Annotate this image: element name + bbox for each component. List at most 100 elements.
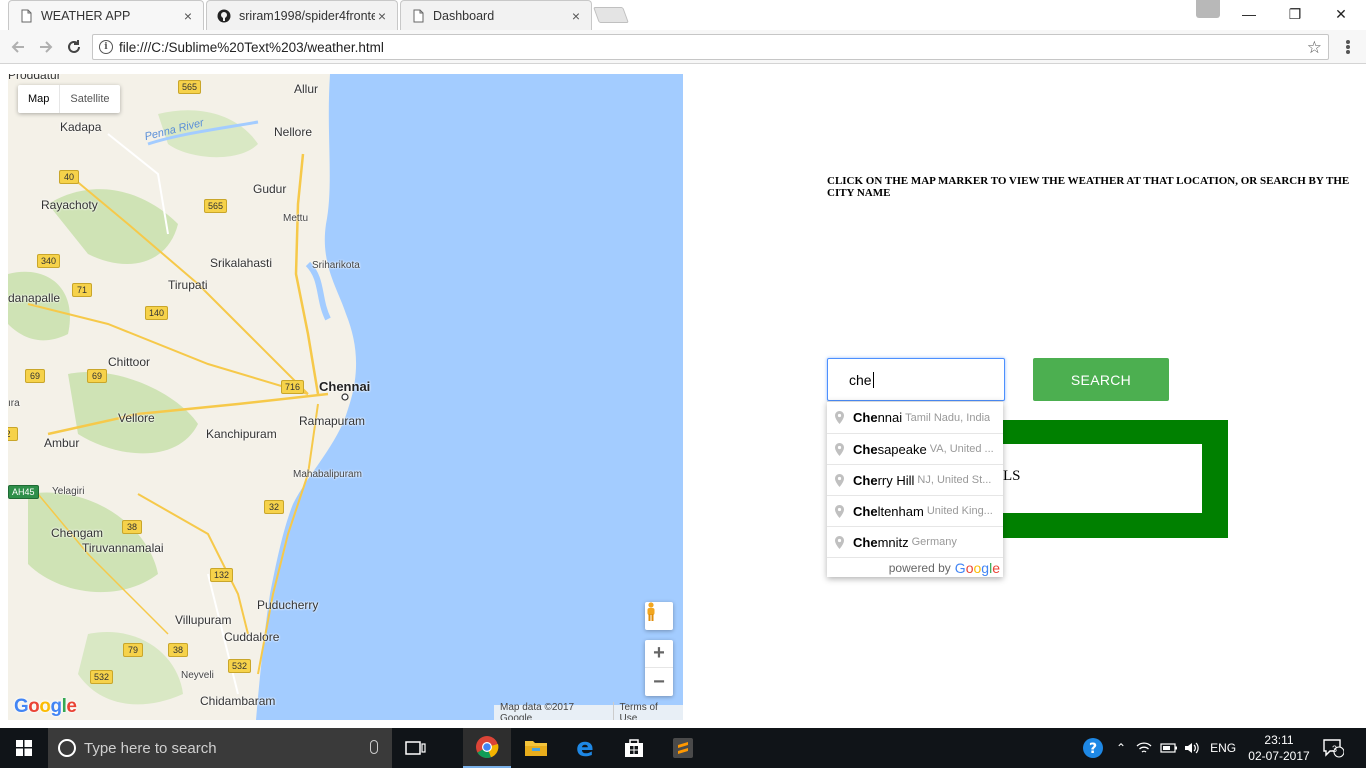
store-icon — [625, 739, 643, 757]
tab-title: Dashboard — [433, 8, 495, 23]
taskbar-search[interactable]: Type here to search — [48, 728, 392, 768]
street-view-button[interactable] — [645, 602, 673, 630]
file-explorer-app[interactable] — [512, 728, 560, 768]
road-shield: 340 — [37, 254, 61, 268]
zoom-out-button[interactable]: − — [645, 668, 673, 696]
city-search-input[interactable]: che — [827, 358, 1005, 401]
maximize-button[interactable]: ❐ — [1272, 0, 1318, 28]
back-button[interactable] — [7, 36, 29, 58]
terms-of-use-link[interactable]: Terms of Use — [612, 701, 684, 720]
autocomplete-item-chennai[interactable]: Chennai Tamil Nadu, India — [827, 402, 1003, 433]
autocomplete-item-chemnitz[interactable]: Chemnitz Germany — [827, 526, 1003, 557]
new-tab-button[interactable] — [593, 7, 629, 23]
autocomplete-item-chesapeake[interactable]: Chesapeake VA, United ... — [827, 433, 1003, 464]
suggestion-secondary: Tamil Nadu, India — [905, 411, 991, 424]
task-view-button[interactable] — [392, 728, 440, 768]
svg-text:?: ? — [1089, 741, 1097, 757]
map-label-yelagiri: Yelagiri — [52, 486, 85, 497]
map-data-text: Map data ©2017 Google — [500, 701, 575, 721]
road-shield: 532 — [228, 659, 252, 673]
page-icon — [21, 9, 32, 22]
road-shield: 532 — [90, 670, 114, 684]
tab-github[interactable]: sriram1998/spider4fronte × — [206, 0, 398, 30]
map-label-ambur: Ambur — [44, 436, 80, 450]
road-shield: 38 — [122, 520, 142, 534]
profile-button[interactable] — [1196, 0, 1220, 18]
sublime-text-app[interactable] — [659, 728, 707, 768]
map-type-map-button[interactable]: Map — [18, 85, 61, 113]
language-indicator[interactable]: ENG — [1210, 741, 1236, 755]
search-button[interactable]: SEARCH — [1033, 358, 1169, 401]
map-label-tiruvannamalai: Tiruvannamalai — [82, 541, 164, 555]
tab-weather-app[interactable]: WEATHER APP × — [8, 0, 204, 30]
suggestion-main: Chennai — [853, 410, 903, 425]
map-label-danapalle: danapalle — [8, 291, 61, 305]
location-pin-icon — [835, 504, 844, 518]
map-type-satellite-button[interactable]: Satellite — [60, 85, 119, 113]
map-label-cuddalore: Cuddalore — [224, 630, 280, 644]
google-logo[interactable]: Google — [14, 696, 77, 718]
map-label-gudur: Gudur — [253, 182, 287, 196]
suggestion-secondary: VA, United ... — [929, 443, 994, 455]
close-icon[interactable]: × — [181, 8, 195, 24]
tab-title: WEATHER APP — [41, 8, 131, 23]
map-label-villupuram: Villupuram — [175, 613, 232, 627]
microphone-icon[interactable] — [370, 740, 378, 754]
road-shield: 79 — [123, 643, 143, 657]
speaker-icon[interactable] — [1184, 741, 1200, 755]
road-shield: 69 — [25, 369, 45, 383]
address-bar[interactable]: i file:///C:/Sublime%20Text%203/weather.… — [92, 34, 1329, 60]
reload-button[interactable] — [63, 36, 85, 58]
map[interactable]: Proddatur Allur Kadapa Penna River Nello… — [8, 74, 683, 720]
suggestion-main: Cherry Hill — [853, 472, 915, 488]
forward-button[interactable] — [35, 36, 57, 58]
minimize-button[interactable]: — — [1226, 0, 1272, 28]
star-icon[interactable]: ☆ — [1307, 38, 1322, 58]
map-label-rayachoty: Rayachoty — [41, 198, 98, 212]
github-icon — [217, 9, 231, 22]
clock[interactable]: 23:11 02-07-2017 — [1246, 732, 1312, 764]
suggestion-main: Chesapeake — [853, 441, 927, 457]
location-pin-icon — [835, 411, 844, 424]
reload-icon — [68, 40, 80, 53]
page-icon — [413, 9, 424, 22]
road-shield: 565 — [204, 199, 228, 213]
map-label-mahabalipuram: Mahabalipuram — [293, 469, 362, 480]
action-center-button[interactable]: 3 — [1318, 734, 1348, 762]
close-icon[interactable]: × — [375, 8, 389, 24]
weather-details-panel: LS — [1003, 444, 1202, 513]
browser-toolbar: i file:///C:/Sublime%20Text%203/weather.… — [0, 30, 1366, 64]
start-button[interactable] — [0, 728, 48, 768]
location-pin-icon — [835, 535, 844, 549]
autocomplete-item-cherry-hill[interactable]: Cherry Hill NJ, United St... — [827, 464, 1003, 495]
window-close-button[interactable]: ✕ — [1318, 0, 1364, 28]
tab-dashboard[interactable]: Dashboard × — [400, 0, 592, 30]
map-label-chittoor: Chittoor — [108, 355, 151, 369]
menu-icon[interactable] — [1340, 38, 1356, 56]
edge-app[interactable]: e — [561, 728, 609, 768]
battery-icon[interactable] — [1160, 742, 1178, 754]
folder-icon — [525, 741, 547, 756]
help-icon[interactable]: ? — [1082, 737, 1104, 759]
close-icon[interactable]: × — [569, 8, 583, 24]
autocomplete-dropdown: Chennai Tamil Nadu, India Chesapeake VA,… — [827, 401, 1003, 577]
task-view-icon — [405, 741, 426, 755]
road-shield: 565 — [178, 80, 202, 94]
map-label-mettu: Mettu — [283, 213, 309, 224]
chevron-up-icon[interactable]: ⌃ — [1116, 741, 1126, 755]
chrome-app[interactable] — [463, 728, 511, 768]
road-shield: 2 — [8, 427, 18, 441]
suggestion-main: Cheltenham — [853, 503, 924, 519]
info-icon[interactable]: i — [99, 40, 113, 54]
store-app[interactable] — [610, 728, 658, 768]
search-input-value: che — [849, 371, 872, 388]
tab-strip: WEATHER APP × sriram1998/spider4fronte ×… — [0, 0, 1366, 30]
url-text: file:///C:/Sublime%20Text%203/weather.ht… — [119, 39, 384, 55]
map-label-chengam: Chengam — [51, 526, 104, 540]
powered-by-text: powered by — [888, 560, 951, 575]
map-label-kanchipuram: Kanchipuram — [206, 427, 277, 441]
wifi-icon[interactable] — [1136, 741, 1152, 755]
map-label-ira: ıra — [8, 398, 20, 409]
autocomplete-item-cheltenham[interactable]: Cheltenham United King... — [827, 495, 1003, 526]
zoom-in-button[interactable]: + — [645, 640, 673, 668]
